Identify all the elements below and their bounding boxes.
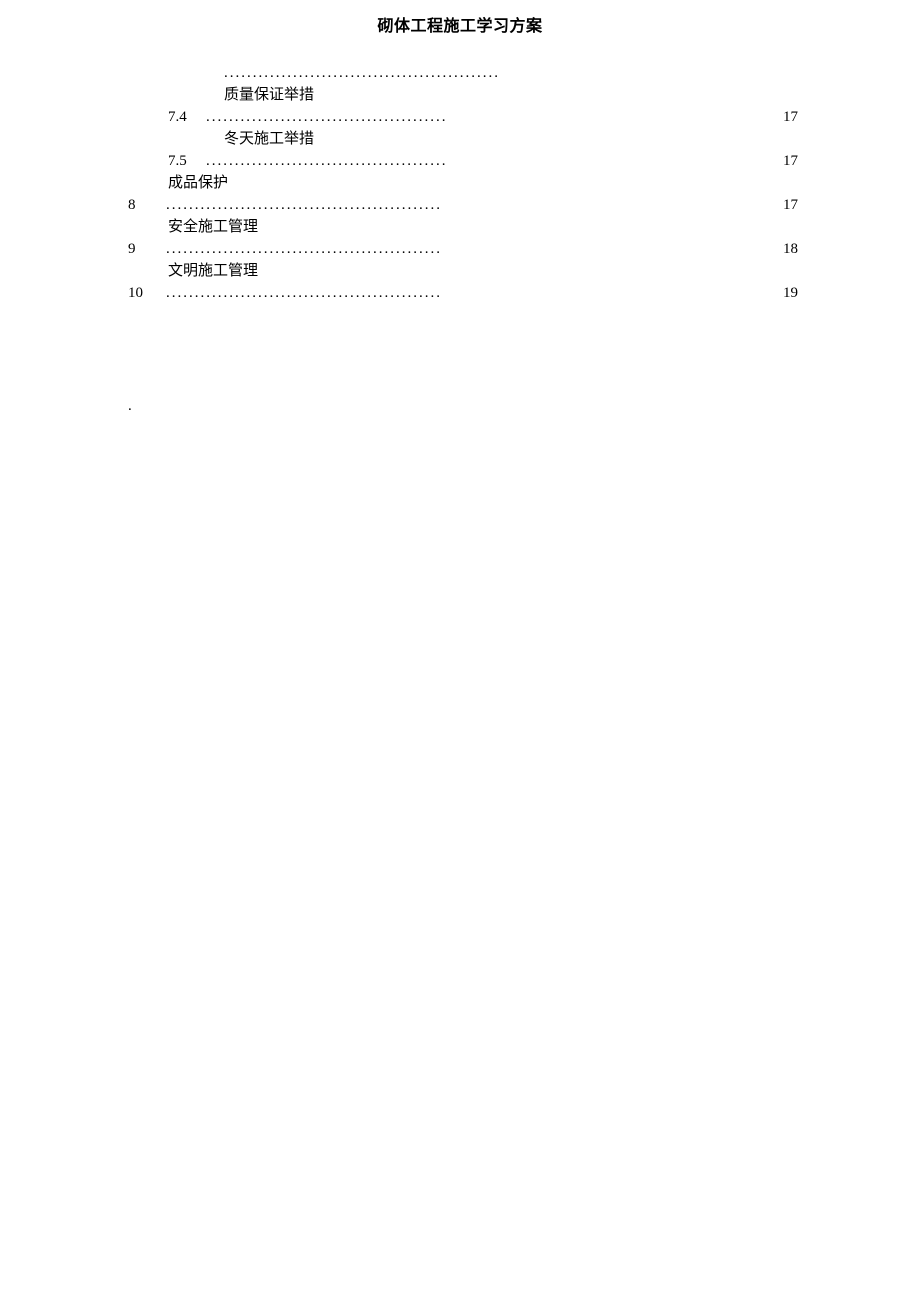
toc-row-9: 9 ......................................… [128,238,798,260]
toc-label: 文明施工管理 [128,260,798,282]
toc-leader: ........................................… [206,109,760,126]
toc-num: 8 [128,197,166,214]
page-title: 砌体工程施工学习方案 [0,12,920,36]
stray-dot: . [128,398,132,415]
toc-label: 冬天施工举措 [128,128,798,150]
toc-page: 17 [760,153,798,170]
toc-num: 9 [128,241,166,258]
toc-leader: ........................................… [206,153,760,170]
toc: ........................................… [128,62,798,304]
toc-row-7-4: 7.4 ....................................… [128,106,798,128]
toc-num: 10 [128,285,166,302]
toc-leader: ........................................… [166,241,760,258]
toc-num: 7.4 [168,109,206,126]
toc-leader: ........................................… [166,285,760,302]
toc-label: 质量保证举措 [128,84,798,106]
toc-leader: ........................................… [224,65,798,82]
toc-leader-row: ........................................… [128,62,798,84]
toc-label: 安全施工管理 [128,216,798,238]
toc-leader: ........................................… [166,197,760,214]
toc-page: 17 [760,197,798,214]
toc-page: 17 [760,109,798,126]
toc-label: 成品保护 [128,172,798,194]
toc-row-7-5: 7.5 ....................................… [128,150,798,172]
toc-page: 19 [760,285,798,302]
toc-num: 7.5 [168,153,206,170]
toc-row-8: 8 ......................................… [128,194,798,216]
toc-row-10: 10 .....................................… [128,282,798,304]
toc-page: 18 [760,241,798,258]
